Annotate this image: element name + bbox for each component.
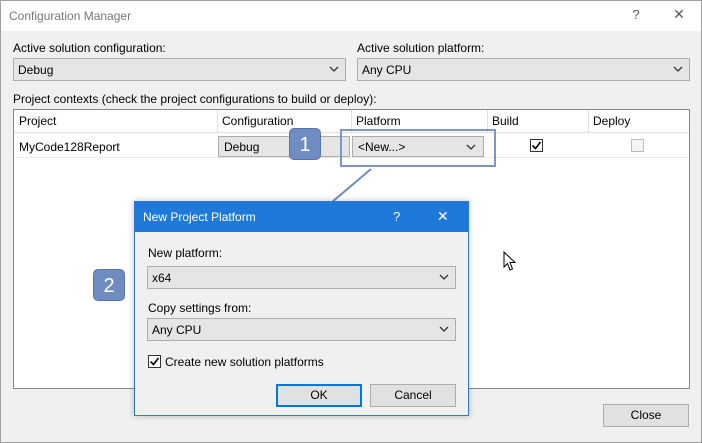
ok-button[interactable]: OK (276, 384, 362, 407)
mouse-cursor-icon (503, 251, 517, 271)
copy-settings-select[interactable]: Any CPU (147, 318, 456, 341)
chevron-down-icon (439, 274, 449, 280)
dialog-title: New Project Platform (143, 210, 256, 224)
chevron-down-icon (439, 326, 449, 332)
close-icon[interactable]: ✕ (437, 208, 449, 225)
cancel-button[interactable]: Cancel (370, 384, 456, 407)
copy-settings-label: Copy settings from: (148, 301, 252, 315)
configuration-manager-window: Configuration Manager ? ✕ Active solutio… (0, 0, 702, 443)
checkmark-icon (149, 357, 160, 366)
new-platform-label: New platform: (148, 246, 223, 260)
close-button[interactable]: Close (603, 404, 689, 427)
create-platforms-label: Create new solution platforms (165, 355, 324, 369)
new-platform-select[interactable]: x64 (147, 266, 456, 289)
help-icon[interactable]: ? (393, 209, 400, 224)
new-platform-value: x64 (152, 271, 172, 285)
new-project-platform-dialog: New Project Platform ? ✕ New platform: x… (134, 201, 469, 416)
copy-settings-value: Any CPU (152, 323, 202, 337)
dialog-title-bar: New Project Platform ? ✕ (135, 202, 468, 232)
create-platforms-checkbox[interactable] (148, 355, 161, 368)
